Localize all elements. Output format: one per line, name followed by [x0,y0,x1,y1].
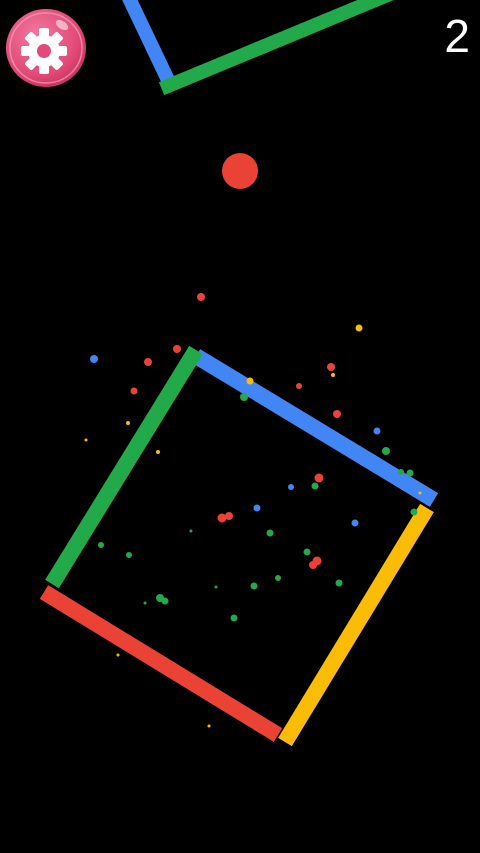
particle [373,427,381,435]
particle [250,582,258,590]
score-counter: 2 [444,10,470,62]
particle [355,324,363,332]
particle [253,504,261,512]
particle [418,491,422,495]
particle [189,529,193,533]
particle [331,373,335,377]
particle [266,529,274,537]
particle [207,724,211,728]
particle [161,597,169,605]
particle [217,513,227,523]
particle [296,383,302,389]
square-red-edge [39,585,283,742]
particle [410,508,418,516]
particle [333,410,341,418]
particle [173,345,181,353]
particle [303,548,311,556]
particle [197,293,205,301]
game-canvas [39,0,439,747]
particle [143,601,147,605]
particle [311,482,319,490]
top-square-blue-edge [122,0,178,90]
particle [382,447,390,455]
particle [246,377,254,385]
particle [98,542,104,548]
particle [327,363,335,371]
particle [351,519,359,527]
square-yellow-edge [278,503,434,747]
particle [130,387,138,395]
particle [288,484,294,490]
top-square [122,0,394,96]
particle [214,585,218,589]
game-stage[interactable]: 2 [0,0,480,853]
particle [156,450,160,454]
particle [126,421,130,425]
settings-button[interactable] [4,7,88,89]
particle [314,473,324,483]
particle [84,438,88,442]
particle [144,358,152,366]
particle [225,512,233,520]
square-green-edge [45,345,203,589]
top-square-green-edge [158,0,394,96]
particle [230,614,238,622]
gear-icon [6,9,86,87]
particle [90,355,98,363]
particle [309,561,317,569]
player-ball [222,153,258,189]
particle [275,575,281,581]
particle [398,469,404,475]
particle [116,653,120,657]
particle [126,552,132,558]
particle [335,579,343,587]
particle [240,393,248,401]
particles [84,293,422,728]
particle [406,469,414,477]
